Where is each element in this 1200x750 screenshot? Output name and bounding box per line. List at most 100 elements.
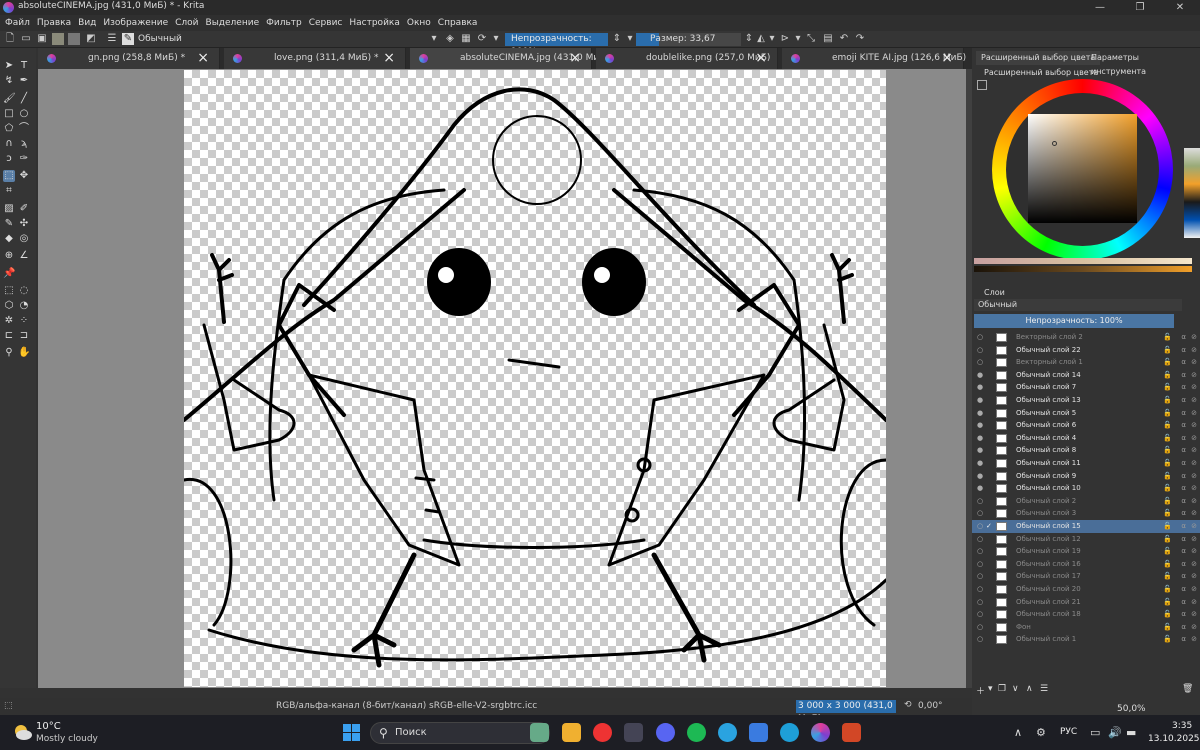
visibility-icon[interactable]: ● (976, 482, 984, 495)
clock-time[interactable]: 3:35 (1172, 721, 1192, 731)
tray-app-icon[interactable]: ⚙ (1036, 726, 1046, 739)
rect-select-icon[interactable]: ⬚ (3, 285, 15, 297)
alpha-lock-icon[interactable]: α (1181, 583, 1186, 596)
lock-icon[interactable]: 🔓 (1163, 621, 1172, 634)
colorize-mask-icon[interactable]: ✎ (3, 218, 15, 230)
lock-icon[interactable]: 🔓 (1163, 432, 1172, 445)
layer-row[interactable]: ○ Обычный слой 3 🔓 α ⊘ (972, 507, 1200, 520)
document-tab[interactable]: absoluteCINEMA.jpg (431,0 МиБ) * × (410, 48, 616, 69)
alpha-lock-icon[interactable]: α (1181, 419, 1186, 432)
visibility-icon[interactable]: ● (976, 394, 984, 407)
tab-tool-options[interactable]: Параметры инструмента (1086, 51, 1200, 76)
alpha-lock-icon[interactable]: α (1181, 356, 1186, 369)
lock-icon[interactable]: 🔓 (1163, 495, 1172, 508)
alpha-lock-icon[interactable]: α (1181, 570, 1186, 583)
alpha-lock-icon[interactable]: α (1181, 369, 1186, 382)
visibility-icon[interactable]: ○ (976, 533, 984, 546)
file-explorer-icon[interactable] (562, 723, 581, 742)
inherit-alpha-icon[interactable]: ⊘ (1191, 381, 1197, 394)
visibility-icon[interactable]: ○ (976, 608, 984, 621)
close-tab-icon[interactable]: × (197, 50, 209, 66)
text-tool-icon[interactable]: T (18, 60, 30, 72)
menu-item[interactable]: Слой (175, 15, 198, 31)
layer-row[interactable]: ○ Обычный слой 21 🔓 α ⊘ (972, 596, 1200, 609)
alpha-lock-icon[interactable]: α (1181, 344, 1186, 357)
freehand-path-icon[interactable]: ϡ (18, 138, 30, 150)
enclose-fill-icon[interactable]: ◎ (18, 233, 30, 245)
saturation-value-square[interactable] (1028, 114, 1137, 223)
layer-row[interactable]: ● Обычный слой 7 🔓 α ⊘ (972, 381, 1200, 394)
menu-item[interactable]: Выделение (206, 15, 260, 31)
undo-icon[interactable]: ↶ (838, 33, 850, 45)
layer-row[interactable]: ○ Обычный слой 19 🔓 α ⊘ (972, 545, 1200, 558)
menu-item[interactable]: Справка (438, 15, 478, 31)
selection-icon[interactable]: ⬚ (4, 701, 13, 711)
layer-properties-icon[interactable]: ☰ (1040, 684, 1048, 694)
layer-opacity-slider[interactable]: Непрозрачность: 100% (974, 314, 1174, 328)
visibility-icon[interactable]: ● (976, 381, 984, 394)
brush-size-slider[interactable]: Размер: 33,67 пикс. (636, 33, 741, 46)
spotify-icon[interactable] (687, 723, 706, 742)
inherit-alpha-icon[interactable]: ⊘ (1191, 331, 1197, 344)
preserve-alpha-icon[interactable]: ▦ (460, 33, 472, 45)
inherit-alpha-icon[interactable]: ⊘ (1191, 407, 1197, 420)
inherit-alpha-icon[interactable]: ⊘ (1191, 457, 1197, 470)
select-shapes-icon[interactable]: ➤ (3, 60, 15, 72)
lock-icon[interactable]: 🔓 (1163, 558, 1172, 571)
battery-icon[interactable]: ▬ (1126, 726, 1136, 739)
lock-icon[interactable]: 🔓 (1163, 596, 1172, 609)
layer-row[interactable]: ● Обычный слой 4 🔓 α ⊘ (972, 432, 1200, 445)
visibility-icon[interactable]: ○ (976, 621, 984, 634)
taskbar-search[interactable]: ⚲ Поиск (370, 722, 550, 744)
input-language[interactable]: РУС (1060, 727, 1077, 737)
pan-tool-icon[interactable]: ✋ (18, 347, 30, 359)
alpha-lock-icon[interactable]: α (1181, 520, 1186, 533)
gradient-tool-icon[interactable]: ▨ (3, 203, 15, 215)
crop-tool-icon[interactable]: ⌗ (3, 185, 15, 197)
inherit-alpha-icon[interactable]: ⊘ (1191, 495, 1197, 508)
lock-icon[interactable]: 🔓 (1163, 533, 1172, 546)
fg-bg-color-icon[interactable]: ◩ (85, 33, 97, 45)
weather-icon[interactable] (12, 722, 32, 742)
lock-icon[interactable]: 🔓 (1163, 369, 1172, 382)
lock-icon[interactable]: 🔓 (1163, 608, 1172, 621)
alpha-lock-icon[interactable]: α (1181, 381, 1186, 394)
close-tab-icon[interactable]: × (569, 50, 581, 66)
inherit-alpha-icon[interactable]: ⊘ (1191, 394, 1197, 407)
alpha-lock-icon[interactable]: α (1181, 457, 1186, 470)
windows-start-icon[interactable] (343, 724, 360, 741)
chevron-down-icon[interactable]: ▾ (428, 33, 440, 45)
lock-icon[interactable]: 🔓 (1163, 545, 1172, 558)
alpha-lock-icon[interactable]: α (1181, 507, 1186, 520)
visibility-icon[interactable]: ● (976, 369, 984, 382)
delete-layer-icon[interactable]: 🗑 (1182, 684, 1193, 694)
contiguous-select-icon[interactable]: ✲ (3, 315, 15, 327)
close-button[interactable]: ✕ (1160, 0, 1200, 15)
redo-icon[interactable]: ↷ (854, 33, 866, 45)
inherit-alpha-icon[interactable]: ⊘ (1191, 583, 1197, 596)
visibility-icon[interactable]: ● (976, 419, 984, 432)
lock-icon[interactable]: 🔓 (1163, 520, 1172, 533)
document-tab[interactable]: emoji KITE AI.jpg (126,6 МиБ) × (782, 48, 966, 69)
lock-icon[interactable]: 🔓 (1163, 470, 1172, 483)
layer-row[interactable]: ● Обычный слой 8 🔓 α ⊘ (972, 444, 1200, 457)
opacity-slider[interactable]: Непрозрачность: 100% (505, 33, 608, 57)
discord-icon[interactable] (656, 723, 675, 742)
lock-icon[interactable]: 🔓 (1163, 419, 1172, 432)
calligraphy-icon[interactable]: ✒ (18, 75, 30, 87)
multibrush-icon[interactable]: ✑ (18, 153, 30, 165)
inherit-alpha-icon[interactable]: ⊘ (1191, 558, 1197, 571)
layer-row[interactable]: ● Обычный слой 5 🔓 α ⊘ (972, 407, 1200, 420)
lock-icon[interactable]: 🔓 (1163, 570, 1172, 583)
alpha-lock-icon[interactable]: α (1181, 596, 1186, 609)
visibility-icon[interactable]: ○ (976, 356, 984, 369)
reference-tool-icon[interactable]: 📌 (3, 268, 15, 280)
close-tab-icon[interactable]: × (383, 50, 395, 66)
duplicate-layer-icon[interactable]: ❐ (998, 684, 1006, 694)
alpha-lock-icon[interactable]: α (1181, 608, 1186, 621)
lock-icon[interactable]: 🔓 (1163, 356, 1172, 369)
smart-patch-icon[interactable]: ✣ (18, 218, 30, 230)
photos-icon[interactable] (749, 723, 768, 742)
menu-item[interactable]: Изображение (103, 15, 168, 31)
visibility-icon[interactable]: ● (976, 470, 984, 483)
